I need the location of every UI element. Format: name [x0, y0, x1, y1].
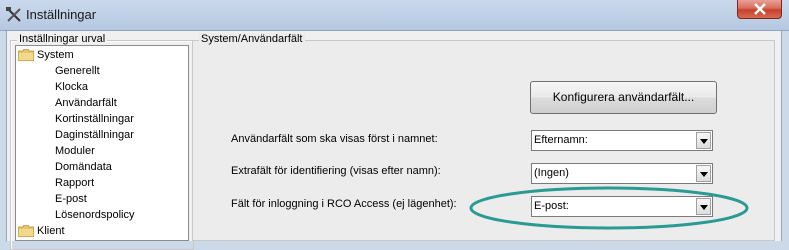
tree-item-label: Rapport: [55, 177, 95, 189]
tools-icon: [5, 6, 23, 24]
tree-item[interactable]: Generellt: [55, 63, 100, 79]
dropdown-arrow-icon[interactable]: [696, 165, 711, 182]
login-field-label: Fält för inloggning i RCO Access (ej läg…: [231, 198, 457, 210]
close-button[interactable]: [737, 0, 782, 19]
tree-item[interactable]: Domändata: [55, 159, 112, 175]
tree-item-label: System: [37, 49, 74, 61]
tree-item-label: Daginställningar: [55, 129, 134, 141]
tree-item[interactable]: Användarfält: [55, 95, 117, 111]
tree-item[interactable]: E-post: [55, 191, 87, 207]
tree-item-label: Användarfält: [55, 97, 117, 109]
tree-item[interactable]: Lösenordspolicy: [55, 207, 135, 223]
panel-legend: System/Användarfält: [199, 33, 305, 45]
tree-legend: Inställningar urval: [17, 33, 108, 45]
settings-panel: System/Användarfält Konfigurera användar…: [192, 33, 775, 241]
tree-item-label: E-post: [55, 193, 87, 205]
identification-field-label: Extrafält för identifiering (visas efter…: [231, 165, 441, 177]
window-title: Inställningar: [26, 7, 97, 22]
close-icon: [754, 3, 766, 15]
tree-item[interactable]: Moduler: [55, 143, 95, 159]
tree-item[interactable]: Kortinställningar: [55, 111, 134, 127]
first-name-field-select[interactable]: Efternamn:: [531, 130, 713, 151]
tree-item[interactable]: Daginställningar: [55, 127, 134, 143]
tree-item-label: Lösenordspolicy: [55, 209, 135, 221]
identification-field-select[interactable]: (Ingen): [531, 163, 713, 184]
folder-icon: [17, 48, 35, 62]
folder-icon: [17, 224, 35, 238]
tree-item-label: Domändata: [55, 161, 112, 173]
tree-item-label: Moduler: [55, 145, 95, 157]
window-client: Inställningar urval System Generellt Klock…: [6, 31, 782, 250]
dropdown-arrow-icon[interactable]: [696, 132, 711, 149]
login-field-select[interactable]: E-post:: [531, 196, 713, 217]
tree-item-label: Klocka: [55, 81, 89, 93]
tree-item[interactable]: Klocka: [55, 79, 88, 95]
tree-item-label: Generellt: [55, 65, 100, 77]
tree-item-label: Klient: [37, 225, 65, 237]
dropdown-arrow-icon[interactable]: [696, 198, 711, 215]
configure-userfields-button[interactable]: Konfigurera användarfält...: [530, 81, 717, 114]
first-name-field-label: Användarfält som ska visas först i namne…: [231, 133, 438, 145]
settings-tree[interactable]: System Generellt Klocka Användarfält Kortins…: [15, 45, 189, 241]
title-bar: Inställningar: [0, 0, 789, 31]
tree-item-label: Kortinställningar: [55, 113, 134, 125]
tree-item[interactable]: Rapport: [55, 175, 94, 191]
